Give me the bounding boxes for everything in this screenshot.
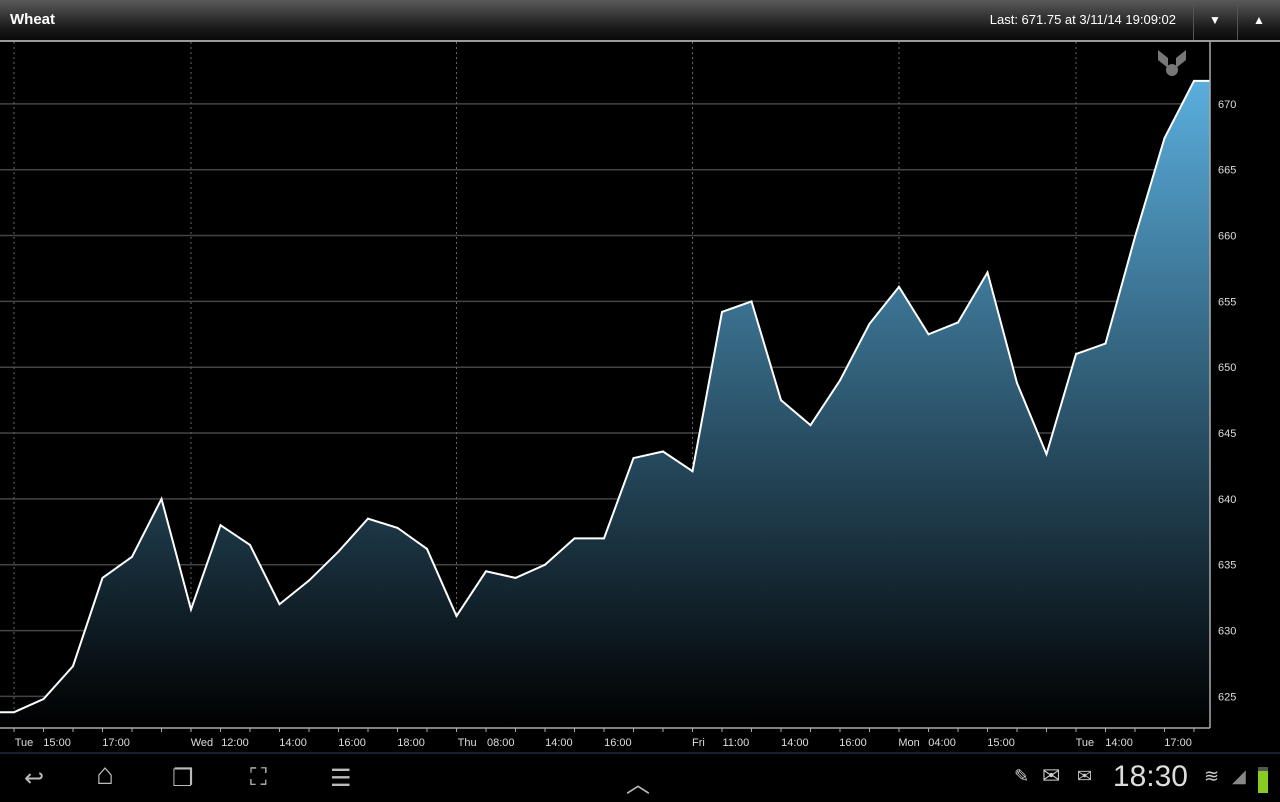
pen-icon[interactable]: ✎ [1014, 766, 1029, 787]
price-chart[interactable]: 625 630 635 640 645 650 655 660 665 670 Tue 15:00 17… [0, 42, 1280, 752]
y-tick-label: 625 [1218, 691, 1236, 703]
clock: 18:30 [1112, 760, 1188, 793]
data-point [1075, 353, 1077, 356]
system-bar: ↩ ⌂ ❐ ⛶ ☰ ︿ ✎ ✉ ✉ 18:30 ≋ ◢ [0, 752, 1280, 802]
data-point [750, 300, 753, 303]
y-tick-label: 630 [1218, 626, 1236, 638]
data-point [603, 537, 605, 540]
last-price: Last: 671.75 at 3/11/14 19:09:02 [989, 12, 1176, 27]
expand-button[interactable]: ▲ [1237, 0, 1280, 40]
title-bar: Wheat Last: 671.75 at 3/11/14 19:09:02 ▼… [0, 0, 1280, 42]
x-tick-label: 15:00 [987, 737, 1015, 749]
y-tick-label: 665 [1218, 165, 1236, 177]
data-point [249, 543, 251, 546]
chevron-up-icon: ▲ [1253, 13, 1265, 27]
x-tick-label: 08:00 [487, 737, 515, 749]
x-tick-label: Tue [15, 737, 34, 749]
data-point [691, 470, 694, 473]
data-point [809, 424, 812, 427]
data-point [1045, 453, 1048, 456]
data-point [1163, 137, 1166, 140]
data-point [544, 563, 546, 566]
data-point [1134, 235, 1136, 238]
data-point [308, 579, 310, 582]
back-icon[interactable]: ↩ [24, 764, 44, 793]
x-tick-label: 14:00 [545, 737, 573, 749]
x-tick-label: 12:00 [221, 737, 249, 749]
x-tick-label: 11:00 [723, 737, 750, 749]
y-tick-label: 660 [1218, 231, 1236, 243]
x-tick-label: 15:00 [43, 737, 71, 749]
x-tick-label: 17:00 [102, 737, 130, 749]
data-point [396, 526, 399, 529]
data-point [72, 665, 74, 668]
x-tick-label: Mon [898, 737, 919, 749]
data-point [485, 570, 487, 573]
x-tick-label: 18:00 [397, 737, 425, 749]
x-tick-label: 17:00 [1164, 737, 1192, 749]
y-tick-label: 655 [1218, 296, 1236, 308]
x-tick-label: 14:00 [1105, 737, 1133, 749]
x-tick-label: Tue [1076, 737, 1095, 749]
x-tick-label: 04:00 [928, 737, 956, 749]
data-point [721, 310, 723, 313]
data-point [160, 497, 163, 500]
data-point [1193, 79, 1195, 82]
data-point [367, 517, 369, 520]
wifi-icon: ≋ [1204, 766, 1220, 786]
data-point [780, 399, 782, 402]
area-fill [0, 80, 1210, 729]
data-point [337, 550, 340, 553]
screenshot-icon[interactable]: ⛶ [250, 764, 267, 792]
data-point [426, 547, 428, 550]
menu-icon[interactable]: ☰ [330, 764, 352, 793]
data-point [986, 271, 989, 274]
y-tick-label: 640 [1218, 494, 1236, 506]
x-tick-label: Wed [191, 737, 213, 749]
data-point [514, 576, 517, 579]
x-tick-label: 14:00 [781, 737, 809, 749]
x-tick-label: 16:00 [338, 737, 366, 749]
data-point [1016, 382, 1018, 385]
mail-icon[interactable]: ✉ [1077, 766, 1092, 787]
data-point [898, 285, 900, 288]
y-tick-label: 670 [1218, 99, 1236, 111]
data-point [573, 537, 576, 540]
data-point [957, 321, 959, 324]
y-tick-label: 635 [1218, 560, 1236, 572]
recent-apps-icon[interactable]: ❐ [172, 764, 194, 793]
chevron-up-icon[interactable]: ︿ [626, 764, 650, 799]
logo-icon [1158, 50, 1186, 76]
email-icon[interactable]: ✉ [1042, 763, 1060, 789]
x-tick-label: 16:00 [604, 737, 632, 749]
data-point [927, 333, 930, 336]
data-point [13, 711, 15, 714]
x-tick-label: Fri [692, 737, 705, 749]
collapse-button[interactable]: ▼ [1193, 0, 1236, 40]
data-point [131, 555, 133, 558]
data-point [278, 603, 281, 606]
data-point [1104, 342, 1107, 345]
home-icon[interactable]: ⌂ [96, 758, 114, 792]
data-point [662, 450, 664, 453]
battery-icon [1258, 767, 1268, 793]
data-point [868, 322, 871, 325]
data-point [455, 615, 458, 618]
data-point [839, 379, 841, 382]
y-tick-label: 650 [1218, 362, 1236, 374]
data-point [42, 698, 45, 701]
data-point [219, 524, 222, 527]
signal-icon: ◢ [1232, 766, 1246, 786]
data-point [190, 608, 192, 611]
page-title: Wheat [10, 11, 55, 28]
x-tick-label: 14:00 [279, 737, 307, 749]
data-point [632, 457, 635, 460]
x-tick-label: 16:00 [839, 737, 867, 749]
x-tick-label: Thu [458, 737, 477, 749]
y-tick-label: 645 [1218, 428, 1236, 440]
chevron-down-icon: ▼ [1209, 13, 1221, 27]
data-point [101, 576, 104, 579]
